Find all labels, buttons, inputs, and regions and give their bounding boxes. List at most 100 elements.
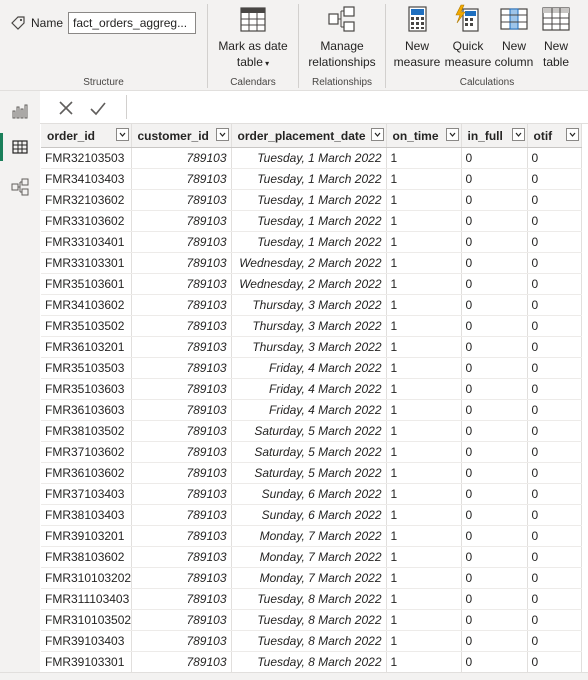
table-row[interactable]: FMR33103401 789103 Tuesday, 1 March 2022 1 0… [41,231,582,253]
table-cell-order-id[interactable]: FMR37103602 [41,441,132,463]
filter-dropdown-icon[interactable] [370,128,384,141]
table-cell-order-placement-date[interactable]: Friday, 4 March 2022 [231,399,387,421]
table-cell-customer-id[interactable]: 789103 [131,210,232,232]
table-cell-in-full[interactable]: 0 [461,294,528,316]
table-cell-order-id[interactable]: FMR36103602 [41,462,132,484]
table-cell-on-time[interactable]: 1 [386,630,462,652]
table-cell-customer-id[interactable]: 789103 [131,336,232,358]
table-cell-customer-id[interactable]: 789103 [131,441,232,463]
table-row[interactable]: FMR38103403 789103 Sunday, 6 March 2022 1 0 0 [41,504,582,526]
table-cell-in-full[interactable]: 0 [461,378,528,400]
table-cell-order-placement-date[interactable]: Thursday, 3 March 2022 [231,336,387,358]
table-cell-otif[interactable]: 0 [527,420,582,442]
table-cell-otif[interactable]: 0 [527,336,582,358]
table-cell-customer-id[interactable]: 789103 [131,399,232,421]
table-cell-order-id[interactable]: FMR35103603 [41,378,132,400]
table-cell-customer-id[interactable]: 789103 [131,588,232,610]
table-cell-customer-id[interactable]: 789103 [131,504,232,526]
table-cell-order-placement-date[interactable]: Wednesday, 2 March 2022 [231,273,387,295]
table-cell-order-id[interactable]: FMR39103201 [41,525,132,547]
table-cell-order-placement-date[interactable]: Tuesday, 1 March 2022 [231,189,387,211]
quick-measure-button[interactable]: Quick measure [443,4,493,70]
column-header-on-time[interactable]: on_time [386,124,462,148]
table-cell-in-full[interactable]: 0 [461,189,528,211]
filter-dropdown-icon[interactable] [565,128,579,141]
new-measure-button[interactable]: New measure [392,4,442,70]
table-row[interactable]: FMR35103503 789103 Friday, 4 March 2022 1 0 0 [41,357,582,379]
data-view-button[interactable] [0,129,40,165]
table-cell-in-full[interactable]: 0 [461,399,528,421]
table-cell-order-id[interactable]: FMR39103403 [41,630,132,652]
table-cell-otif[interactable]: 0 [527,525,582,547]
table-cell-order-id[interactable]: FMR35103601 [41,273,132,295]
table-cell-in-full[interactable]: 0 [461,483,528,505]
table-cell-customer-id[interactable]: 789103 [131,483,232,505]
table-cell-on-time[interactable]: 1 [386,273,462,295]
table-cell-order-id[interactable]: FMR34103403 [41,168,132,190]
table-cell-in-full[interactable]: 0 [461,336,528,358]
table-cell-otif[interactable]: 0 [527,588,582,610]
table-cell-on-time[interactable]: 1 [386,294,462,316]
table-cell-in-full[interactable]: 0 [461,609,528,631]
table-cell-order-placement-date[interactable]: Monday, 7 March 2022 [231,546,387,568]
table-cell-in-full[interactable]: 0 [461,147,528,169]
table-cell-order-placement-date[interactable]: Thursday, 3 March 2022 [231,294,387,316]
filter-dropdown-icon[interactable] [215,128,229,141]
table-cell-customer-id[interactable]: 789103 [131,273,232,295]
table-cell-order-placement-date[interactable]: Tuesday, 1 March 2022 [231,231,387,253]
table-cell-on-time[interactable]: 1 [386,168,462,190]
table-cell-order-id[interactable]: FMR310103202 [41,567,132,589]
table-cell-on-time[interactable]: 1 [386,231,462,253]
table-cell-otif[interactable]: 0 [527,609,582,631]
table-cell-order-id[interactable]: FMR35103503 [41,357,132,379]
table-cell-on-time[interactable]: 1 [386,252,462,274]
table-cell-customer-id[interactable]: 789103 [131,651,232,672]
table-cell-customer-id[interactable]: 789103 [131,168,232,190]
filter-dropdown-icon[interactable] [115,128,129,141]
table-cell-otif[interactable]: 0 [527,378,582,400]
table-cell-order-placement-date[interactable]: Saturday, 5 March 2022 [231,420,387,442]
table-cell-on-time[interactable]: 1 [386,609,462,631]
filter-dropdown-icon[interactable] [511,128,525,141]
table-cell-otif[interactable]: 0 [527,294,582,316]
table-cell-on-time[interactable]: 1 [386,546,462,568]
table-cell-on-time[interactable]: 1 [386,399,462,421]
table-cell-in-full[interactable]: 0 [461,231,528,253]
table-cell-order-id[interactable]: FMR36103603 [41,399,132,421]
table-row[interactable]: FMR310103502 789103 Tuesday, 8 March 2022 1… [41,609,582,631]
table-cell-order-id[interactable]: FMR36103201 [41,336,132,358]
table-cell-order-id[interactable]: FMR33103602 [41,210,132,232]
table-cell-customer-id[interactable]: 789103 [131,147,232,169]
table-cell-order-id[interactable]: FMR38103403 [41,504,132,526]
table-cell-order-placement-date[interactable]: Tuesday, 8 March 2022 [231,588,387,610]
table-cell-otif[interactable]: 0 [527,252,582,274]
table-cell-customer-id[interactable]: 789103 [131,630,232,652]
table-cell-order-id[interactable]: FMR37103403 [41,483,132,505]
table-cell-customer-id[interactable]: 789103 [131,294,232,316]
table-cell-order-id[interactable]: FMR310103502 [41,609,132,631]
table-cell-order-placement-date[interactable]: Tuesday, 8 March 2022 [231,630,387,652]
column-header-customer-id[interactable]: customer_id [131,124,232,148]
model-view-button[interactable] [0,169,40,205]
table-cell-customer-id[interactable]: 789103 [131,378,232,400]
table-cell-order-placement-date[interactable]: Friday, 4 March 2022 [231,357,387,379]
table-cell-order-placement-date[interactable]: Tuesday, 8 March 2022 [231,609,387,631]
table-cell-in-full[interactable]: 0 [461,546,528,568]
table-cell-order-placement-date[interactable]: Monday, 7 March 2022 [231,525,387,547]
table-cell-in-full[interactable]: 0 [461,168,528,190]
table-cell-on-time[interactable]: 1 [386,441,462,463]
column-header-order-id[interactable]: order_id [41,124,132,148]
table-cell-order-placement-date[interactable]: Saturday, 5 March 2022 [231,462,387,484]
table-cell-customer-id[interactable]: 789103 [131,315,232,337]
table-row[interactable]: FMR32103503 789103 Tuesday, 1 March 2022 1 0… [41,147,582,169]
new-column-button[interactable]: New column [492,4,536,70]
table-row[interactable]: FMR37103403 789103 Sunday, 6 March 2022 1 0 0 [41,483,582,505]
table-row[interactable]: FMR36103201 789103 Thursday, 3 March 2022 1… [41,336,582,358]
table-row[interactable]: FMR34103602 789103 Thursday, 3 March 2022 1… [41,294,582,316]
manage-relationships-button[interactable]: Manage relationships [299,4,385,70]
table-cell-order-id[interactable]: FMR33103401 [41,231,132,253]
table-row[interactable]: FMR35103603 789103 Friday, 4 March 2022 1 0 0 [41,378,582,400]
table-cell-in-full[interactable]: 0 [461,273,528,295]
table-cell-in-full[interactable]: 0 [461,315,528,337]
table-cell-in-full[interactable]: 0 [461,441,528,463]
